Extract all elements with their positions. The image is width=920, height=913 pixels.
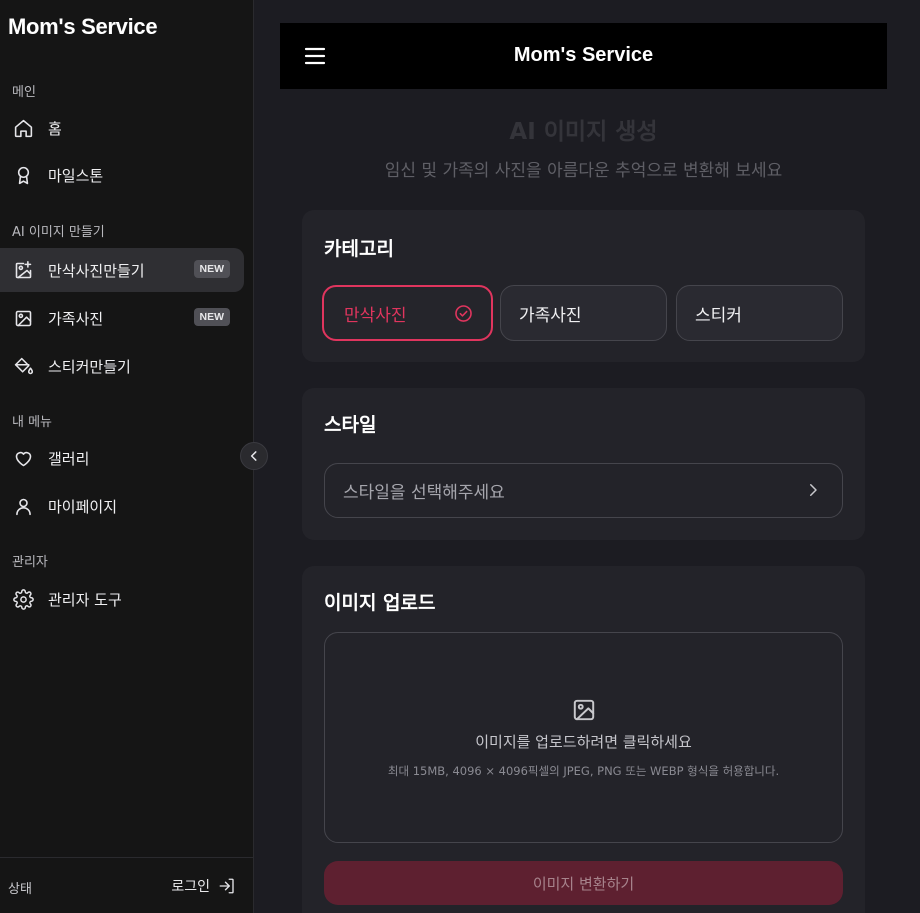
style-select[interactable]: 스타일을 선택해주세요: [324, 463, 843, 518]
new-badge: NEW: [193, 308, 230, 326]
category-option-family[interactable]: 가족사진: [500, 285, 667, 341]
category-card: 카테고리 만삭사진 가족사진 스티커: [302, 210, 865, 362]
category-option-maternity[interactable]: 만삭사진: [322, 285, 493, 341]
user-icon: [12, 495, 34, 517]
sidebar-item-family-photo[interactable]: 가족사진 NEW: [0, 296, 244, 340]
section-label-my: 내 메뉴: [12, 415, 53, 430]
image-icon: [571, 697, 597, 727]
login-button[interactable]: 로그인: [171, 876, 236, 896]
page-subtitle: 임신 및 가족의 사진을 아름다운 추억으로 변환해 보세요: [384, 161, 783, 181]
category-option-label: 만삭사진: [344, 305, 407, 326]
category-option-label: 스티커: [695, 305, 742, 326]
image-plus-icon: [12, 259, 34, 281]
style-title: 스타일: [324, 414, 377, 436]
new-badge: NEW: [193, 260, 230, 278]
sidebar-item-mypage[interactable]: 마이페이지: [0, 484, 244, 528]
chevron-left-icon: [250, 451, 257, 461]
category-option-sticker[interactable]: 스티커: [676, 285, 843, 341]
chevron-right-icon: [804, 480, 822, 505]
home-icon: [12, 117, 34, 139]
login-label: 로그인: [171, 879, 210, 895]
section-label-main: 메인: [12, 85, 36, 100]
sidebar-footer: 상태 로그인: [0, 857, 254, 913]
sidebar-item-home[interactable]: 홈: [0, 106, 244, 150]
heart-icon: [12, 447, 34, 469]
sidebar-item-label: 홈: [48, 119, 62, 138]
header-title: Mom's Service: [513, 44, 654, 66]
sidebar-item-maternity-photo[interactable]: 만삭사진만들기 NEW: [0, 248, 244, 292]
check-circle-icon: [454, 304, 473, 328]
upload-hint: 최대 15MB, 4096 × 4096픽셀의 JPEG, PNG 또는 WEB…: [387, 764, 780, 778]
sidebar-item-label: 마이페이지: [48, 497, 118, 516]
page-title: AI 이미지 생성: [509, 119, 658, 145]
upload-title: 이미지 업로드: [324, 592, 436, 614]
style-select-placeholder: 스타일을 선택해주세요: [343, 483, 505, 503]
gear-icon: [12, 588, 34, 610]
status-label: 상태: [8, 882, 32, 897]
section-label-ai: AI 이미지 만들기: [12, 225, 105, 240]
sidebar-collapse-button[interactable]: [240, 442, 268, 470]
convert-image-label: 이미지 변환하기: [532, 874, 635, 893]
category-option-label: 가족사진: [519, 305, 582, 326]
section-label-admin: 관리자: [12, 555, 48, 570]
style-card: 스타일 스타일을 선택해주세요: [302, 388, 865, 540]
sidebar: Mom's Service 메인 홈 마일스톤 AI 이미지 만들기 만삭사진만…: [0, 0, 254, 913]
image-icon: [12, 307, 34, 329]
sidebar-item-sticker[interactable]: 스티커만들기: [0, 344, 244, 388]
sidebar-item-admin-tools[interactable]: 관리자 도구: [0, 577, 244, 621]
sidebar-item-gallery[interactable]: 갤러리: [0, 436, 244, 480]
top-bar: Mom's Service: [280, 23, 887, 89]
sidebar-item-label: 마일스톤: [48, 166, 104, 185]
sidebar-brand[interactable]: Mom's Service: [8, 14, 158, 40]
upload-prompt: 이미지를 업로드하려면 클릭하세요: [475, 733, 692, 751]
sidebar-item-label: 만삭사진만들기: [48, 261, 145, 280]
image-dropzone[interactable]: 이미지를 업로드하려면 클릭하세요 최대 15MB, 4096 × 4096픽셀…: [324, 632, 843, 843]
sidebar-item-label: 관리자 도구: [48, 590, 122, 609]
upload-card: 이미지 업로드 이미지를 업로드하려면 클릭하세요 최대 15MB, 4096 …: [302, 566, 865, 913]
award-icon: [12, 164, 34, 186]
category-title: 카테고리: [324, 238, 394, 260]
sidebar-item-label: 가족사진: [48, 309, 104, 328]
convert-image-button[interactable]: 이미지 변환하기: [324, 861, 843, 905]
sidebar-item-label: 스티커만들기: [48, 357, 131, 376]
sidebar-item-label: 갤러리: [48, 449, 90, 468]
login-icon: [219, 878, 234, 894]
sidebar-item-milestone[interactable]: 마일스톤: [0, 153, 244, 197]
paint-bucket-icon: [12, 355, 34, 377]
